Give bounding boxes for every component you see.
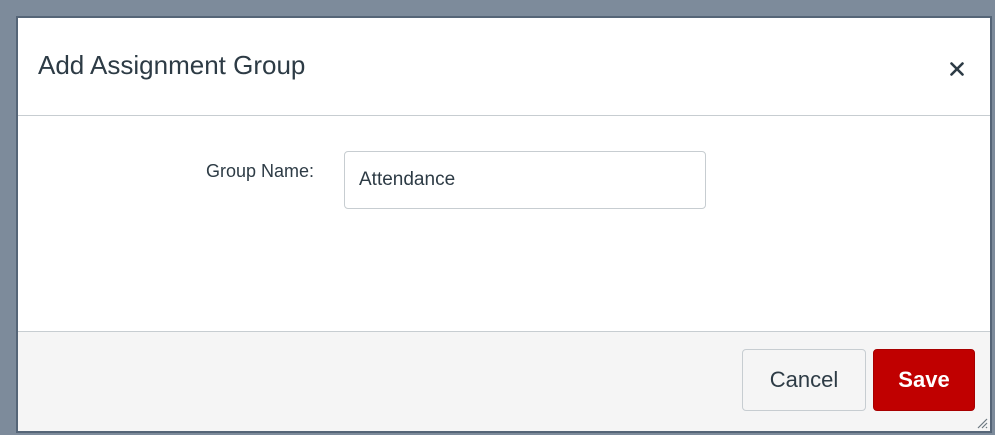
group-name-label: Group Name: [205,161,314,181]
dialog-header: Add Assignment Group [18,18,990,116]
close-button[interactable] [944,56,970,82]
close-icon [950,62,964,76]
save-button[interactable]: Save [873,349,975,411]
dialog-footer: Cancel Save [18,331,990,431]
dialog-title: Add Assignment Group [38,50,306,80]
dialog-body: Group Name: [18,116,990,331]
cancel-button[interactable]: Cancel [742,349,866,411]
page-backdrop: Add Assignment Group Group Name: Cancel … [0,0,995,435]
add-assignment-group-dialog: Add Assignment Group Group Name: Cancel … [18,18,990,431]
resize-grip-icon[interactable] [974,415,988,429]
group-name-input[interactable] [344,151,706,209]
